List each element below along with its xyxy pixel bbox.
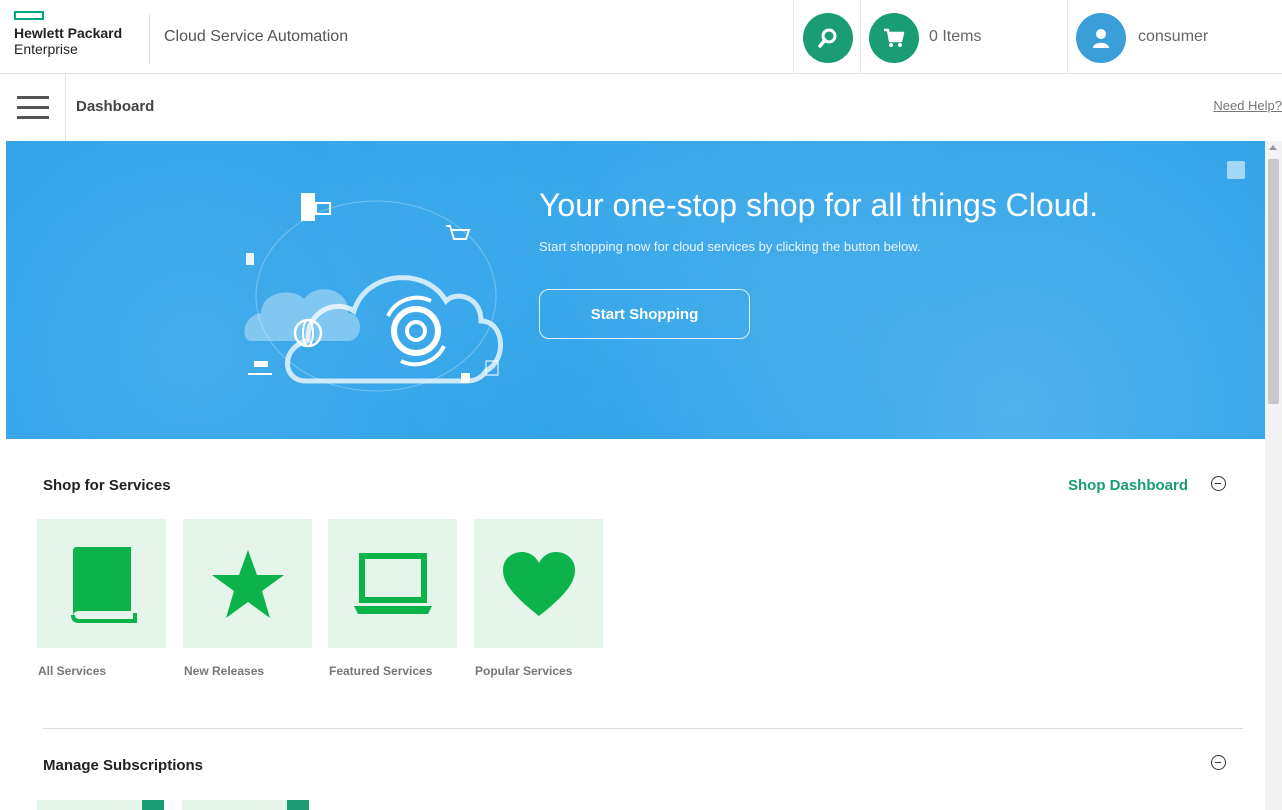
expand-icon[interactable]: [1227, 161, 1245, 179]
tile-all-services[interactable]: [37, 519, 166, 648]
shop-dashboard-link[interactable]: Shop Dashboard: [1068, 477, 1188, 494]
subscriptions-section-title: Manage Subscriptions: [43, 757, 204, 774]
heart-icon: [502, 551, 575, 616]
hpe-logo-mark: [14, 11, 44, 20]
book-icon: [70, 546, 137, 623]
hero-banner: Your one-stop shop for all things Cloud.…: [6, 141, 1265, 439]
hamburger-icon-bar: [16, 116, 49, 119]
user-name[interactable]: consumer: [1138, 28, 1208, 46]
hamburger-icon-bar: [16, 96, 49, 99]
tile-badge: [287, 800, 309, 810]
collapse-icon[interactable]: [1211, 476, 1226, 491]
user-icon: [1093, 29, 1109, 48]
user-avatar[interactable]: [1076, 13, 1126, 63]
cloud-illustration: [244, 193, 503, 392]
start-shopping-button[interactable]: Start Shopping: [539, 289, 750, 339]
hpe-logo[interactable]: Hewlett Packard Enterprise: [14, 11, 144, 67]
header-separator: [793, 0, 794, 74]
star-icon: [211, 549, 284, 618]
subscription-tile[interactable]: [37, 800, 164, 810]
tile-label-popular-services[interactable]: Popular Services: [475, 664, 572, 678]
collapse-icon[interactable]: [1211, 755, 1226, 770]
cart-icon: [884, 28, 905, 47]
tile-featured-services[interactable]: [328, 519, 457, 648]
cart-button[interactable]: [869, 13, 919, 63]
laptop-icon: [353, 552, 432, 614]
page-toolbar: Dashboard Need Help?: [0, 74, 1282, 141]
header-separator: [1067, 0, 1068, 74]
tile-label-featured-services[interactable]: Featured Services: [329, 664, 432, 678]
tile-popular-services[interactable]: [474, 519, 603, 648]
menu-button[interactable]: [0, 74, 66, 141]
scroll-up-arrow-icon[interactable]: [1269, 145, 1277, 150]
tile-label-new-releases[interactable]: New Releases: [184, 664, 264, 678]
search-icon: [818, 28, 837, 48]
subscription-tile[interactable]: [182, 800, 309, 810]
hamburger-icon-bar: [16, 106, 49, 109]
app-title: Cloud Service Automation: [164, 28, 349, 45]
page-title: Dashboard: [76, 98, 155, 115]
vertical-scrollbar[interactable]: [1265, 141, 1282, 810]
tile-badge: [142, 800, 164, 810]
brand-line1: Hewlett Packard: [14, 25, 123, 41]
section-divider: [43, 728, 1243, 729]
need-help-link[interactable]: Need Help?: [1213, 98, 1282, 113]
scroll-thumb[interactable]: [1268, 159, 1279, 404]
header-separator: [860, 0, 861, 74]
search-button[interactable]: [803, 13, 853, 63]
tile-label-all-services[interactable]: All Services: [38, 664, 106, 678]
header-divider: [149, 14, 150, 64]
hero-headline: Your one-stop shop for all things Cloud.: [539, 187, 1099, 223]
brand-line2: Enterprise: [14, 41, 78, 57]
shop-section-title: Shop for Services: [43, 477, 171, 494]
tile-new-releases[interactable]: [183, 519, 312, 648]
cart-count-label[interactable]: 0 Items: [929, 28, 981, 46]
hero-subtext: Start shopping now for cloud services by…: [539, 239, 921, 254]
top-header: Hewlett Packard Enterprise Cloud Service…: [0, 0, 1282, 74]
